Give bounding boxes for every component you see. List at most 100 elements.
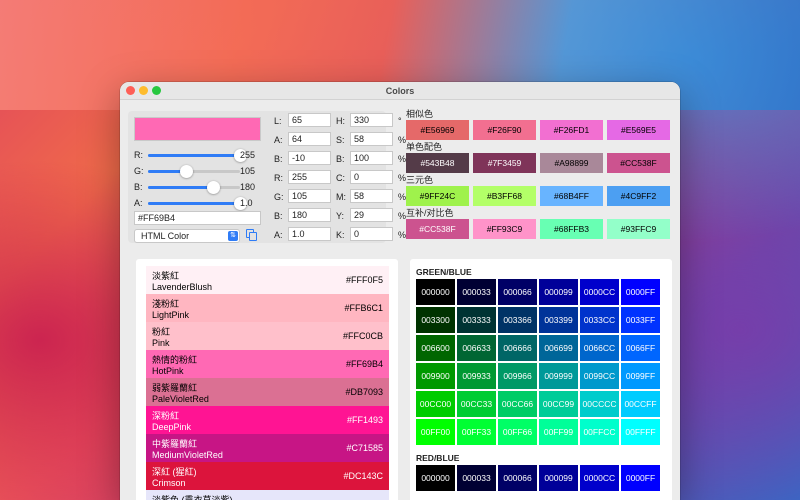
grid-cell[interactable]: 00FFCC: [580, 419, 619, 445]
grid-cell[interactable]: 00CCCC: [580, 391, 619, 417]
field-input[interactable]: 64: [288, 132, 331, 146]
color-preview-swatch[interactable]: [134, 117, 261, 141]
grid-cell[interactable]: 0000FF: [621, 465, 660, 491]
palette-swatch[interactable]: #4C9FF2: [607, 186, 670, 206]
palette-swatch[interactable]: #68B4FF: [540, 186, 603, 206]
grid-cell[interactable]: 000033: [457, 465, 496, 491]
grid-cell[interactable]: 003333: [457, 307, 496, 333]
field-input[interactable]: 29: [350, 208, 393, 222]
grid-cell[interactable]: 003399: [539, 307, 578, 333]
grid-cell[interactable]: 009999: [539, 363, 578, 389]
slider-track[interactable]: [148, 149, 247, 162]
list-item[interactable]: 淡紫紅 LavenderBlush #FFF0F5: [146, 266, 389, 294]
grid-cell[interactable]: 0000FF: [621, 279, 660, 305]
grid-cell[interactable]: 006633: [457, 335, 496, 361]
list-item[interactable]: 中紫羅蘭紅 MediumVioletRed #C71585: [146, 434, 389, 462]
grid-cell[interactable]: 00CC00: [416, 391, 455, 417]
field-input[interactable]: 58: [350, 189, 393, 203]
format-select[interactable]: HTML Color ⇅: [134, 229, 240, 243]
grid-cell[interactable]: 0000CC: [580, 279, 619, 305]
field-input[interactable]: 0: [350, 227, 393, 241]
grid-cell[interactable]: 00FF99: [539, 419, 578, 445]
color-name-chinese: 中紫羅蘭紅: [152, 439, 198, 449]
list-item[interactable]: 粉紅 Pink #FFC0CB: [146, 322, 389, 350]
palette-swatch[interactable]: #FF93C9: [473, 219, 536, 239]
grid-cell[interactable]: 00FF33: [457, 419, 496, 445]
grid-cell[interactable]: 000033: [457, 279, 496, 305]
field-input[interactable]: 255: [288, 170, 331, 184]
grid-cell[interactable]: 003366: [498, 307, 537, 333]
palette-swatch[interactable]: #E569E5: [607, 120, 670, 140]
grid-cell[interactable]: 000066: [498, 279, 537, 305]
palette-swatch[interactable]: #CC538F: [406, 219, 469, 239]
grid-cell[interactable]: 000000: [416, 465, 455, 491]
field-input[interactable]: -10: [288, 151, 331, 165]
named-color-list[interactable]: 淡紫紅 LavenderBlush #FFF0F5 淺粉紅 LightPink #FFB6…: [136, 259, 398, 500]
slider-label: A:: [134, 198, 143, 208]
list-item[interactable]: 淡紫色 (熏衣草淡紫): [146, 490, 389, 500]
grid-cell[interactable]: 0033CC: [580, 307, 619, 333]
grid-cell[interactable]: 0066FF: [621, 335, 660, 361]
copy-icon[interactable]: [246, 229, 258, 242]
grid-cell[interactable]: 003300: [416, 307, 455, 333]
slider-track[interactable]: [148, 165, 240, 178]
grid-cell[interactable]: 000000: [416, 279, 455, 305]
grid-cell[interactable]: 00CC66: [498, 391, 537, 417]
palette-swatch[interactable]: #F26FD1: [540, 120, 603, 140]
palette-swatch[interactable]: #B3FF68: [473, 186, 536, 206]
grid-cell[interactable]: 006699: [539, 335, 578, 361]
grid-cell[interactable]: 00FF66: [498, 419, 537, 445]
window-title: Colors: [385, 86, 415, 96]
field-input[interactable]: 1.0: [288, 227, 331, 241]
grid-cell[interactable]: 0000CC: [580, 465, 619, 491]
list-item[interactable]: 弱紫羅蘭紅 PaleVioletRed #DB7093: [146, 378, 389, 406]
palette-title: 三元色: [406, 175, 434, 185]
grid-cell[interactable]: 0033FF: [621, 307, 660, 333]
slider-track[interactable]: [148, 181, 240, 194]
palette-swatch[interactable]: #68FFB3: [540, 219, 603, 239]
field-input[interactable]: 330: [350, 113, 393, 127]
grid-cell[interactable]: 00FFFF: [621, 419, 660, 445]
grid-cell[interactable]: 00FF00: [416, 419, 455, 445]
grid-cell[interactable]: 00CCFF: [621, 391, 660, 417]
list-item[interactable]: 深粉紅 DeepPink #FF1493: [146, 406, 389, 434]
grid-cell[interactable]: 006666: [498, 335, 537, 361]
field-input[interactable]: 65: [288, 113, 331, 127]
list-item[interactable]: 淺粉紅 LightPink #FFB6C1: [146, 294, 389, 322]
list-item[interactable]: 深紅 (猩紅) Crimson #DC143C: [146, 462, 389, 490]
grid-cell[interactable]: 009900: [416, 363, 455, 389]
hex-input[interactable]: #FF69B4: [134, 211, 261, 225]
grid-cell[interactable]: 000066: [498, 465, 537, 491]
grid-cell[interactable]: 00CC33: [457, 391, 496, 417]
palette-swatch[interactable]: #A98899: [540, 153, 603, 173]
slider-knob[interactable]: [207, 181, 221, 194]
grid-cell[interactable]: 0066CC: [580, 335, 619, 361]
palette-swatch[interactable]: #F26F90: [473, 120, 536, 140]
palette-swatch[interactable]: #E56969: [406, 120, 469, 140]
web-color-grid[interactable]: GREEN/BLUE 000000 000033 000066 000099 0000CC…: [410, 259, 672, 500]
grid-cell[interactable]: 009933: [457, 363, 496, 389]
list-item[interactable]: 熱情的粉紅 HotPink #FF69B4: [146, 350, 389, 378]
slider-track[interactable]: [148, 197, 247, 210]
palette-swatch[interactable]: #543B48: [406, 153, 469, 173]
grid-cell[interactable]: 006600: [416, 335, 455, 361]
field-unit: %: [398, 135, 407, 145]
field-input[interactable]: 105: [288, 189, 331, 203]
grid-cell[interactable]: 0099CC: [580, 363, 619, 389]
grid-cell[interactable]: 00CC99: [539, 391, 578, 417]
field-input[interactable]: 0: [350, 170, 393, 184]
palette-swatch[interactable]: #9FF24C: [406, 186, 469, 206]
grid-cell[interactable]: 000099: [539, 279, 578, 305]
slider-fill: [148, 154, 240, 157]
grid-cell[interactable]: 0099FF: [621, 363, 660, 389]
field-input[interactable]: 58: [350, 132, 393, 146]
grid-cell[interactable]: 009966: [498, 363, 537, 389]
palette-swatch[interactable]: #CC538F: [607, 153, 670, 173]
palette-swatch[interactable]: #93FFC9: [607, 219, 670, 239]
slider-knob[interactable]: [179, 165, 193, 178]
field-input[interactable]: 180: [288, 208, 331, 222]
field-input[interactable]: 100: [350, 151, 393, 165]
field-label: G:: [274, 192, 284, 202]
grid-cell[interactable]: 000099: [539, 465, 578, 491]
palette-swatch[interactable]: #7F3459: [473, 153, 536, 173]
